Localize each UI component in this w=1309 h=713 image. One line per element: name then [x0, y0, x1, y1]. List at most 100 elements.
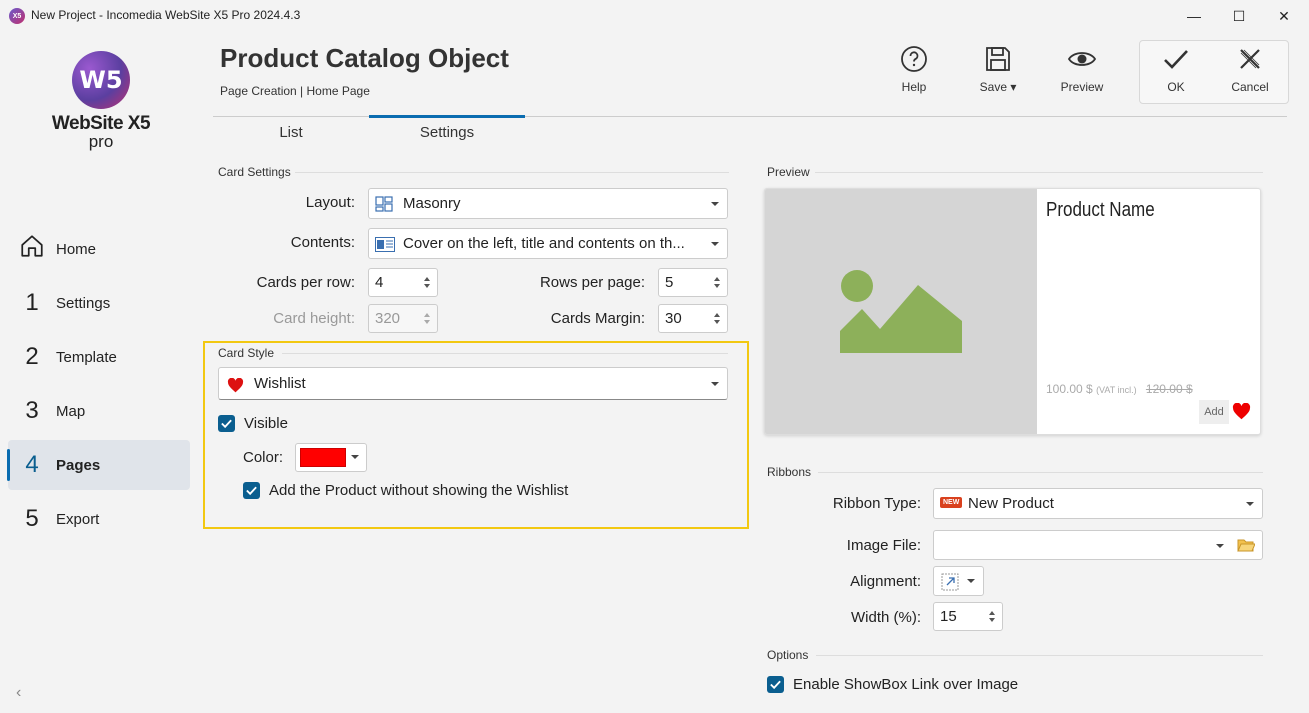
preview-button[interactable]: Preview [1047, 44, 1117, 104]
logo-icon: W5 [72, 51, 130, 109]
card-contents-icon [375, 237, 395, 252]
folder-icon[interactable] [1237, 537, 1255, 553]
options-heading: Options [767, 648, 809, 662]
layout-select[interactable]: Masonry [368, 188, 728, 219]
width-value: 15 [940, 608, 957, 625]
visible-checkbox[interactable] [218, 415, 235, 432]
app-icon: X5 [9, 8, 25, 24]
spin-down-icon[interactable] [424, 284, 430, 288]
alignment-label: Alignment: [850, 573, 921, 590]
help-button[interactable]: Help [879, 44, 949, 104]
alignment-select[interactable] [933, 566, 984, 596]
chevron-down-icon [351, 455, 359, 459]
minimize-button[interactable]: — [1171, 0, 1217, 32]
contents-select[interactable]: Cover on the left, title and contents on… [368, 228, 728, 259]
spin-up-icon[interactable] [714, 277, 720, 281]
checkmark-icon [770, 680, 781, 690]
spin-up-icon[interactable] [424, 277, 430, 281]
card-height-value: 320 [375, 310, 401, 327]
sidebar-item-home[interactable]: Home [8, 224, 190, 274]
width-label: Width (%): [850, 609, 921, 626]
card-style-select[interactable]: Wishlist [218, 367, 728, 400]
spin-down-icon[interactable] [714, 320, 720, 324]
maximize-button[interactable]: ☐ [1216, 0, 1262, 32]
step-number: 1 [25, 289, 39, 316]
spin-down-icon [424, 320, 430, 324]
preview-heading: Preview [767, 165, 810, 179]
cards-margin-value: 30 [665, 310, 682, 327]
active-indicator [7, 449, 10, 481]
section-divider [818, 472, 1263, 473]
section-divider [815, 172, 1263, 173]
color-picker[interactable] [295, 443, 367, 472]
sidebar-item-map[interactable]: 3 Map [8, 386, 190, 436]
color-label: Color: [243, 449, 284, 466]
sidebar-item-export[interactable]: 5 Export [8, 494, 190, 544]
contents-value: Cover on the left, title and contents on… [403, 235, 685, 252]
save-icon [986, 47, 1010, 71]
checkmark-icon [221, 419, 232, 429]
image-file-select[interactable] [933, 530, 1263, 560]
spin-up-icon[interactable] [714, 313, 720, 317]
cards-margin-stepper[interactable]: 30 [658, 304, 728, 333]
visible-label: Visible [244, 415, 288, 432]
showbox-checkbox[interactable] [767, 676, 784, 693]
sidebar-item-settings[interactable]: 1 Settings [8, 278, 190, 328]
ribbons-heading: Ribbons [767, 465, 812, 479]
help-icon [901, 46, 927, 72]
cards-margin-label: Cards Margin: [550, 310, 645, 327]
sidebar-item-label: Home [56, 240, 97, 258]
eye-icon [1067, 52, 1097, 66]
checkmark-icon [1164, 50, 1188, 69]
add-without-wishlist-label: Add the Product without showing the Wish… [269, 482, 569, 499]
step-number: 4 [25, 451, 39, 478]
spin-down-icon[interactable] [714, 284, 720, 288]
sidebar-item-label: Template [56, 348, 117, 366]
product-name: Product Name [1046, 199, 1155, 221]
spin-down-icon[interactable] [989, 618, 995, 622]
sidebar-item-template[interactable]: 2 Template [8, 332, 190, 382]
heart-icon [227, 378, 244, 393]
ok-button[interactable]: OK [1141, 44, 1211, 104]
width-stepper[interactable]: 15 [933, 602, 1003, 631]
spin-up-icon [424, 313, 430, 317]
chevron-down-icon [967, 579, 975, 583]
sidebar-item-label: Settings [56, 294, 111, 312]
ribbon-type-label: Ribbon Type: [832, 495, 921, 512]
contents-label: Contents: [290, 234, 355, 251]
masonry-layout-icon [375, 196, 393, 212]
cards-per-row-stepper[interactable]: 4 [368, 268, 438, 297]
ok-label: OK [1167, 80, 1185, 94]
layout-label: Layout: [305, 194, 355, 211]
product-image-placeholder [765, 189, 1037, 434]
sidebar-item-label: Pages [56, 456, 101, 474]
card-height-stepper: 320 [368, 304, 438, 333]
chevron-down-icon [711, 201, 719, 206]
close-window-button[interactable]: ✕ [1261, 0, 1307, 32]
image-icon [840, 270, 962, 353]
help-label: Help [901, 80, 927, 94]
checkmark-icon [246, 486, 257, 496]
chevron-down-icon [1246, 501, 1254, 506]
tab-settings[interactable]: Settings [369, 117, 525, 147]
layout-value: Masonry [403, 195, 461, 212]
ribbon-type-value: New Product [968, 495, 1054, 512]
showbox-label: Enable ShowBox Link over Image [793, 676, 1019, 693]
logo-edition: pro [88, 132, 114, 151]
cancel-button[interactable]: Cancel [1215, 44, 1285, 104]
breadcrumb: Page Creation | Home Page [220, 84, 370, 98]
ribbon-type-select[interactable]: NEW New Product [933, 488, 1263, 519]
tab-list[interactable]: List [213, 117, 369, 147]
add-without-wishlist-checkbox[interactable] [243, 482, 260, 499]
rows-per-page-stepper[interactable]: 5 [658, 268, 728, 297]
color-swatch [300, 448, 346, 467]
close-icon [1240, 49, 1260, 69]
cards-per-row-value: 4 [375, 274, 384, 291]
page-title: Product Catalog Object [220, 43, 509, 73]
save-button[interactable]: Save ▾ [963, 44, 1033, 104]
sidebar-item-pages[interactable]: 4 Pages [8, 440, 190, 490]
card-style-value: Wishlist [254, 375, 306, 392]
card-settings-heading: Card Settings [218, 165, 291, 179]
collapse-sidebar-icon[interactable]: ‹ [16, 684, 21, 702]
spin-up-icon[interactable] [989, 611, 995, 615]
